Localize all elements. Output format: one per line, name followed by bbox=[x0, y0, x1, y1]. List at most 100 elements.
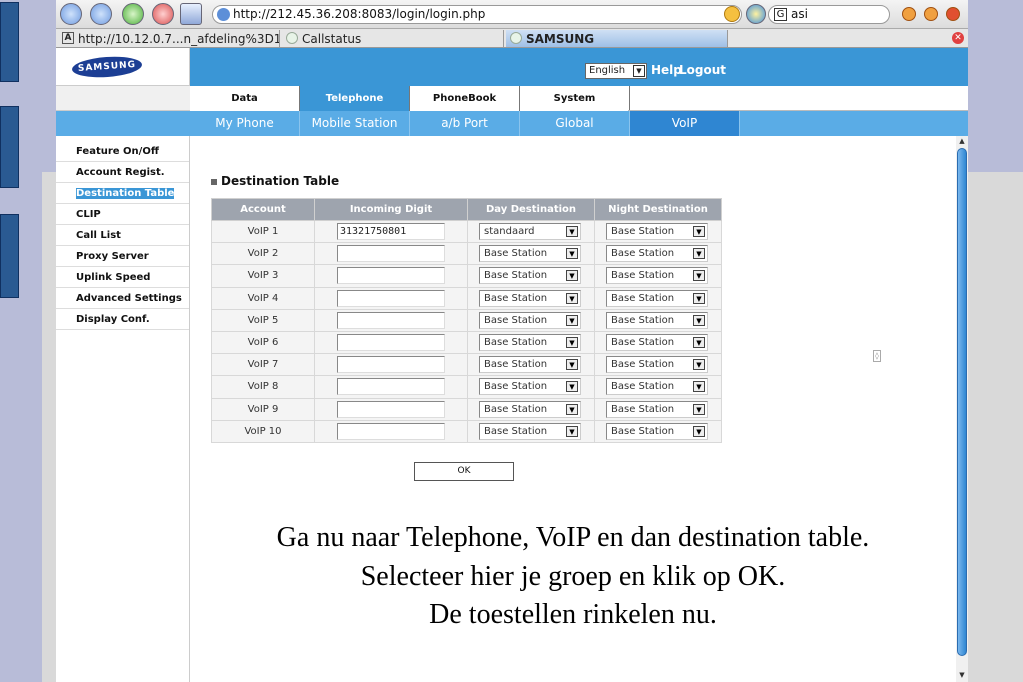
close-icon[interactable] bbox=[946, 7, 960, 21]
side-item-advanced-settings[interactable]: Advanced Settings bbox=[56, 288, 189, 309]
side-item-label: Destination Table bbox=[74, 187, 176, 200]
night-destination-select[interactable]: Base Station ▼ bbox=[606, 289, 708, 307]
main-tab-data[interactable]: Data bbox=[190, 86, 300, 111]
day-destination-select[interactable]: Base Station ▼ bbox=[479, 378, 581, 396]
help-link[interactable]: Help bbox=[651, 63, 682, 77]
side-item-label: Feature On/Off bbox=[76, 146, 159, 157]
scroll-down-icon[interactable]: ▼ bbox=[957, 670, 967, 680]
side-item-destination-table[interactable]: Destination Table bbox=[56, 183, 189, 204]
main-tab-system[interactable]: System bbox=[520, 86, 630, 111]
sub-tab-global[interactable]: Global bbox=[520, 111, 630, 136]
night-destination-select[interactable]: Base Station ▼ bbox=[606, 334, 708, 352]
ok-button[interactable]: OK bbox=[414, 462, 514, 481]
incoming-digit-cell bbox=[314, 397, 468, 421]
chevron-down-icon: ▼ bbox=[566, 226, 578, 238]
browser-tab[interactable]: A http://10.12.0.7...n_afdeling%3D18 bbox=[58, 30, 280, 47]
sub-tab-ab-port[interactable]: a/b Port bbox=[410, 111, 520, 136]
language-value: English bbox=[589, 65, 626, 76]
forward-icon[interactable] bbox=[90, 3, 112, 25]
incoming-digit-input[interactable]: 31321750801 bbox=[337, 223, 445, 241]
scroll-up-icon[interactable]: ▲ bbox=[957, 136, 967, 146]
main-tab-phonebook[interactable]: PhoneBook bbox=[410, 86, 520, 111]
night-destination-cell: Base Station ▼ bbox=[594, 242, 722, 266]
search-input[interactable]: G asi bbox=[768, 5, 890, 24]
night-destination-select[interactable]: Base Station ▼ bbox=[606, 378, 708, 396]
incoming-digit-input[interactable] bbox=[337, 267, 445, 285]
select-value: Base Station bbox=[484, 314, 548, 326]
incoming-digit-input[interactable] bbox=[337, 422, 445, 440]
day-destination-select[interactable]: standaard ▼ bbox=[479, 223, 581, 241]
content-area: Destination Table Account Incoming Digit… bbox=[190, 136, 956, 682]
night-destination-select[interactable]: Base Station ▼ bbox=[606, 422, 708, 440]
select-value: Base Station bbox=[484, 270, 548, 282]
incoming-digit-input[interactable] bbox=[337, 334, 445, 352]
incoming-digit-input[interactable] bbox=[337, 311, 445, 329]
side-item-uplink-speed[interactable]: Uplink Speed bbox=[56, 267, 189, 288]
home-icon[interactable] bbox=[180, 3, 202, 25]
day-destination-select[interactable]: Base Station ▼ bbox=[479, 422, 581, 440]
select-value: Base Station bbox=[611, 270, 675, 282]
stop-icon[interactable] bbox=[152, 3, 174, 25]
night-destination-select[interactable]: Base Station ▼ bbox=[606, 267, 708, 285]
select-value: Base Station bbox=[611, 248, 675, 260]
night-destination-select[interactable]: Base Station ▼ bbox=[606, 311, 708, 329]
side-item-feature-on-off[interactable]: Feature On/Off bbox=[56, 141, 189, 162]
language-select[interactable]: English ▼ bbox=[585, 63, 647, 79]
select-value: Base Station bbox=[611, 226, 675, 238]
go-icon[interactable] bbox=[746, 4, 766, 24]
side-item-account-regist[interactable]: Account Regist. bbox=[56, 162, 189, 183]
side-item-call-list[interactable]: Call List bbox=[56, 225, 189, 246]
night-destination-select[interactable]: Base Station ▼ bbox=[606, 400, 708, 418]
chevron-down-icon: ▼ bbox=[566, 292, 578, 304]
reload-icon[interactable] bbox=[122, 3, 144, 25]
security-icon[interactable] bbox=[724, 6, 740, 22]
slide-background-band bbox=[42, 172, 56, 682]
chevron-down-icon: ▼ bbox=[693, 359, 705, 371]
day-destination-select[interactable]: Base Station ▼ bbox=[479, 400, 581, 418]
main-menu: Data Telephone PhoneBook System bbox=[190, 86, 968, 111]
day-destination-select[interactable]: Base Station ▼ bbox=[479, 334, 581, 352]
logout-link[interactable]: Logout bbox=[679, 63, 726, 77]
search-text: asi bbox=[791, 7, 808, 21]
chevron-down-icon: ▼ bbox=[566, 337, 578, 349]
sub-tab-voip[interactable]: VoIP bbox=[630, 111, 740, 136]
incoming-digit-input[interactable] bbox=[337, 400, 445, 418]
select-value: Base Station bbox=[611, 403, 675, 415]
day-destination-select[interactable]: Base Station ▼ bbox=[479, 245, 581, 263]
table-row: VoIP 6 Base Station ▼ Base Station ▼ bbox=[211, 330, 722, 355]
sub-tab-mobile-station[interactable]: Mobile Station bbox=[300, 111, 410, 136]
night-destination-select[interactable]: Base Station ▼ bbox=[606, 356, 708, 374]
side-item-display-conf[interactable]: Display Conf. bbox=[56, 309, 189, 330]
table-row: VoIP 8 Base Station ▼ Base Station ▼ bbox=[211, 375, 722, 399]
browser-tab-active[interactable]: SAMSUNG bbox=[506, 30, 728, 47]
select-value: Base Station bbox=[611, 292, 675, 304]
minimize-icon[interactable] bbox=[902, 7, 916, 21]
table-row: VoIP 7 Base Station ▼ Base Station ▼ bbox=[211, 353, 722, 377]
night-destination-cell: Base Station ▼ bbox=[594, 353, 722, 377]
incoming-digit-input[interactable] bbox=[337, 289, 445, 307]
day-destination-select[interactable]: Base Station ▼ bbox=[479, 356, 581, 374]
night-destination-select[interactable]: Base Station ▼ bbox=[606, 245, 708, 263]
night-destination-cell: Base Station ▼ bbox=[594, 330, 722, 355]
side-item-proxy-server[interactable]: Proxy Server bbox=[56, 246, 189, 267]
day-destination-select[interactable]: Base Station ▼ bbox=[479, 289, 581, 307]
incoming-digit-input[interactable] bbox=[337, 378, 445, 396]
night-destination-select[interactable]: Base Station ▼ bbox=[606, 223, 708, 241]
incoming-digit-input[interactable] bbox=[337, 245, 445, 263]
browser-tab[interactable]: Callstatus bbox=[282, 30, 504, 47]
maximize-icon[interactable] bbox=[924, 7, 938, 21]
vertical-scrollbar[interactable]: ▲ ▼ bbox=[956, 136, 968, 682]
day-destination-select[interactable]: Base Station ▼ bbox=[479, 267, 581, 285]
url-bar[interactable]: http://212.45.36.208:8083/login/login.ph… bbox=[212, 5, 742, 24]
day-destination-cell: Base Station ▼ bbox=[467, 419, 595, 443]
incoming-digit-input[interactable] bbox=[337, 356, 445, 374]
table-row: VoIP 3 Base Station ▼ Base Station ▼ bbox=[211, 264, 722, 288]
main-tab-telephone[interactable]: Telephone bbox=[300, 86, 410, 111]
sub-tab-my-phone[interactable]: My Phone bbox=[190, 111, 300, 136]
side-item-clip[interactable]: CLIP bbox=[56, 204, 189, 225]
back-icon[interactable] bbox=[60, 3, 82, 25]
close-tab-icon[interactable]: ✕ bbox=[952, 32, 964, 44]
scrollbar-thumb[interactable] bbox=[957, 148, 967, 656]
day-destination-select[interactable]: Base Station ▼ bbox=[479, 311, 581, 329]
select-value: Base Station bbox=[611, 337, 675, 349]
